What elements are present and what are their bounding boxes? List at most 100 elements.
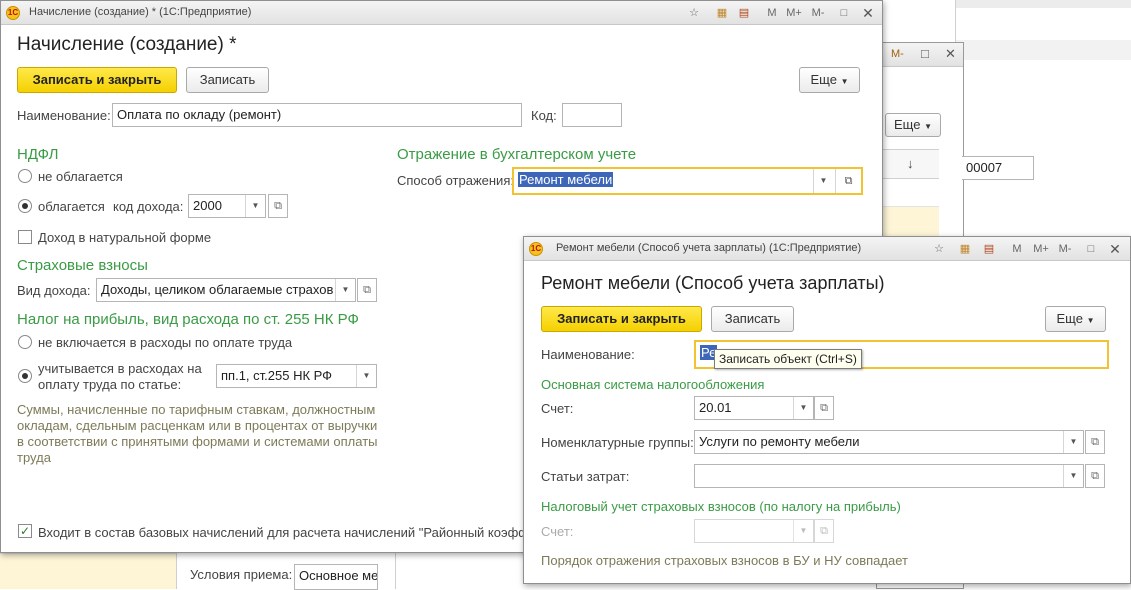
open-icon[interactable]: ⧉	[268, 194, 288, 218]
page-title: Начисление (создание) *	[17, 34, 237, 55]
ndfl-not-taxed-label: не облагается	[38, 169, 123, 184]
memory-plus-icon[interactable]: M+	[785, 4, 803, 22]
income-type-field[interactable]: Доходы, целиком облагаемые страхов ▼	[96, 278, 356, 302]
income-type-label: Вид дохода:	[17, 283, 91, 298]
more-button[interactable]: Еще ▼	[799, 67, 860, 93]
base-accruals-checkbox[interactable]: ✓	[18, 524, 32, 538]
dialog-titlebar: 1C Ремонт мебели (Способ учета зарплаты)…	[524, 237, 1130, 261]
account-value: 20.01	[699, 400, 732, 415]
article-field[interactable]: пп.1, ст.255 НК РФ ▼	[216, 364, 377, 388]
dialog-more-button[interactable]: Еще ▼	[1045, 306, 1106, 332]
income-code-label: код дохода:	[113, 199, 184, 214]
window-title: Начисление (создание) * (1С:Предприятие)	[29, 6, 252, 18]
accrual-window-titlebar: 1C Начисление (создание) * (1С:Предприят…	[1, 1, 882, 25]
dropdown-arrow-icon[interactable]: ▼	[793, 397, 813, 419]
cost-items-field[interactable]: ▼	[694, 464, 1084, 488]
ndfl-taxed-label: облагается	[38, 199, 105, 214]
close-icon[interactable]: ✕	[859, 4, 877, 22]
accounting-heading: Отражение в бухгалтерском учете	[397, 146, 637, 163]
profit-tax-note: Суммы, начисленные по тарифным ставкам, …	[17, 402, 378, 465]
nomenclature-label: Номенклатурные группы:	[541, 435, 694, 450]
code-label: Код:	[531, 108, 557, 123]
background-list-area	[0, 553, 176, 589]
links-icon[interactable]: ▦	[956, 240, 974, 258]
open-icon[interactable]: ⧉	[1085, 464, 1105, 488]
account-field[interactable]: 20.01 ▼	[694, 396, 814, 420]
included-radio[interactable]	[18, 369, 32, 383]
open-icon[interactable]: ⧉	[357, 278, 377, 302]
background-strip	[956, 40, 1131, 60]
calendar-icon[interactable]: ▤	[980, 240, 998, 258]
save-button[interactable]: Записать	[186, 67, 269, 93]
maximize-icon[interactable]: □	[1082, 240, 1100, 258]
maximize-icon[interactable]: □	[921, 46, 929, 61]
chevron-down-icon: ▼	[840, 77, 849, 86]
dropdown-arrow-icon[interactable]: ▼	[1063, 431, 1083, 453]
memory-minus-icon[interactable]: M-	[809, 4, 827, 22]
insurance-heading: Страховые взносы	[17, 257, 148, 274]
open-icon[interactable]: ⧉	[1085, 430, 1105, 454]
sort-arrow-icon[interactable]: ↓	[907, 156, 914, 171]
open-icon[interactable]: ⧉	[814, 396, 834, 420]
save-and-close-button[interactable]: Записать и закрыть	[17, 67, 177, 93]
not-included-label: не включается в расходы по оплате труда	[38, 335, 293, 350]
conditions-field[interactable]: Основное ме	[294, 564, 378, 590]
conditions-label: Условия приема:	[190, 567, 293, 582]
dropdown-arrow-icon[interactable]: ▼	[245, 195, 265, 217]
accounting-method-field[interactable]: Ремонт мебели ▼ ⧉	[512, 167, 863, 195]
open-icon[interactable]: ⧉	[835, 169, 861, 193]
dialog-name-label: Наименование:	[541, 347, 635, 362]
base-accruals-label: Входит в состав базовых начислений для р…	[38, 525, 529, 540]
more-button-label: Еще	[810, 72, 837, 87]
dialog-save-button[interactable]: Записать	[711, 306, 794, 332]
background-number-field[interactable]: 00007	[962, 156, 1034, 180]
income-code-field[interactable]: 2000 ▼	[188, 194, 266, 218]
included-label-line1: учитывается в расходах на	[38, 361, 202, 376]
dialog-more-label: Еще	[1056, 311, 1083, 326]
links-icon[interactable]: ▦	[713, 4, 731, 22]
close-icon[interactable]: ✕	[945, 46, 956, 62]
ndfl-not-taxed-radio[interactable]	[18, 169, 32, 183]
background-table-row	[877, 179, 939, 207]
background-titlebar	[956, 0, 1131, 8]
dropdown-arrow-icon[interactable]: ▼	[356, 365, 376, 387]
insurance-tax-heading: Налоговый учет страховых взносов (по нал…	[541, 499, 901, 514]
not-included-radio[interactable]	[18, 335, 32, 349]
name-field[interactable]: Оплата по окладу (ремонт)	[112, 103, 522, 127]
profit-tax-heading: Налог на прибыль, вид расхода по ст. 255…	[17, 311, 359, 328]
memory-minus-icon[interactable]: M-	[891, 48, 904, 60]
calendar-icon[interactable]: ▤	[735, 4, 753, 22]
favorites-icon[interactable]: ☆	[930, 240, 948, 258]
memory-icon[interactable]: M	[1008, 240, 1026, 258]
ndfl-taxed-radio[interactable]	[18, 199, 32, 213]
maximize-icon[interactable]: □	[835, 4, 853, 22]
nomenclature-field[interactable]: Услуги по ремонту мебели ▼	[694, 430, 1084, 454]
1c-logo-icon: 1C	[6, 6, 20, 20]
dropdown-arrow-icon[interactable]: ▼	[335, 279, 355, 301]
memory-plus-icon[interactable]: M+	[1032, 240, 1050, 258]
article-value: пп.1, ст.255 НК РФ	[221, 368, 333, 383]
accounting-method-value: Ремонт мебели	[518, 172, 614, 187]
dialog-page-title: Ремонт мебели (Способ учета зарплаты)	[541, 273, 885, 293]
cost-items-label: Статьи затрат:	[541, 469, 630, 484]
favorites-icon[interactable]: ☆	[685, 4, 703, 22]
natural-income-checkbox[interactable]	[18, 230, 32, 244]
code-field[interactable]	[562, 103, 622, 127]
dropdown-arrow-icon[interactable]: ▼	[1063, 465, 1083, 487]
dialog-save-and-close-button[interactable]: Записать и закрыть	[541, 306, 702, 332]
background-more-button[interactable]: Еще ▼	[885, 113, 941, 137]
accounting-method-label: Способ отражения:	[397, 173, 514, 188]
memory-icon[interactable]: M	[763, 4, 781, 22]
save-tooltip: Записать объект (Ctrl+S)	[714, 349, 862, 369]
memory-minus-icon[interactable]: M-	[1056, 240, 1074, 258]
close-icon[interactable]: ✕	[1106, 240, 1124, 258]
dropdown-arrow-icon: ▼	[793, 520, 813, 542]
included-label-line2: оплату труда по статье:	[38, 377, 182, 392]
natural-income-label: Доход в натуральной форме	[38, 230, 212, 245]
expense-method-dialog: 1C Ремонт мебели (Способ учета зарплаты)…	[523, 236, 1131, 584]
chevron-down-icon: ▼	[1086, 316, 1095, 325]
dropdown-arrow-icon[interactable]: ▼	[813, 169, 833, 193]
insurance-account-field: ▼	[694, 519, 814, 543]
ndfl-heading: НДФЛ	[17, 146, 59, 163]
main-tax-heading: Основная система налогообложения	[541, 377, 765, 392]
